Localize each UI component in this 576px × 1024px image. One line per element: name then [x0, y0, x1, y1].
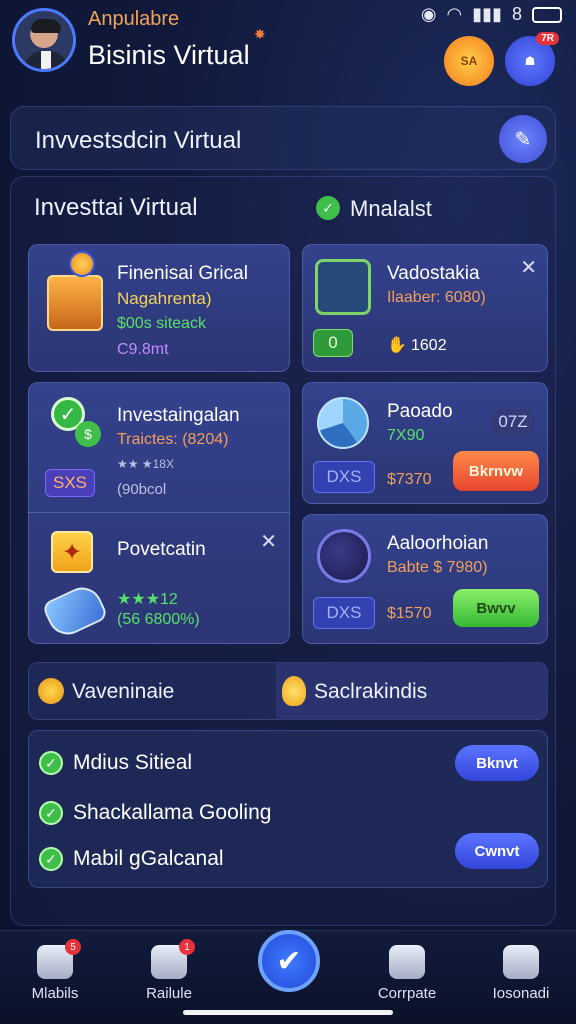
home-icon: 5: [37, 939, 81, 979]
check-icon: ✓: [39, 751, 63, 775]
card-pie[interactable]: Paoado 7X90 07Z DXS $7370 Bkrnvw: [302, 382, 548, 504]
card-subtitle: Babte $ 7980): [387, 559, 488, 576]
rating-stars: ★★ ★18X: [117, 457, 174, 471]
card-value: (56 6800%): [117, 611, 200, 628]
checklist-icon: [389, 945, 425, 979]
task-label: Mdius Sitieal: [73, 751, 193, 774]
card-divider: [28, 512, 290, 513]
card-value: 1602: [411, 337, 447, 354]
users-icon: ☗: [524, 54, 536, 68]
safe-icon: [315, 259, 371, 315]
sparkle-icon: ✸: [254, 26, 266, 42]
camera-icon: ◉: [420, 4, 437, 24]
card-value: C9.8mt: [117, 341, 169, 358]
app-title: Bisinis Virtual: [88, 40, 250, 70]
brand-name: Anpulabre: [88, 8, 180, 30]
card-title: Investaingalan: [117, 405, 240, 426]
card-planet[interactable]: Aaloorhoian Babte $ 7980) DXS $1570 Bwvv: [302, 514, 548, 644]
card-line: $00s siteack: [117, 315, 206, 332]
nav-label: Iosonadi: [492, 985, 550, 1002]
home-indicator: [183, 1010, 393, 1015]
nav-label: Mlabils: [31, 985, 79, 1002]
notifications-button[interactable]: ☗ 7R: [505, 32, 559, 86]
coin-button-label: SA: [460, 54, 478, 68]
rocket-icon: [41, 581, 109, 641]
nav-badge: 5: [65, 939, 81, 955]
check-icon: ✓: [39, 847, 63, 871]
card-subtitle: 7X90: [387, 427, 425, 444]
notification-badge: 7R: [536, 32, 559, 45]
nav-item-home[interactable]: 5 Mlabils: [10, 939, 100, 1002]
avatar-hair: [31, 19, 61, 33]
section-title-left: Investtai Virtual: [34, 194, 198, 221]
signal-icon: ▮▮▮: [472, 4, 502, 24]
nav-item-house[interactable]: 1 Railule: [124, 939, 214, 1002]
coin-icon: [38, 678, 64, 704]
globe-icon: [69, 251, 95, 277]
pie-chart-icon: [317, 397, 369, 449]
card-price: $7370: [387, 471, 432, 488]
card-title: Aaloorhoian: [387, 533, 489, 554]
planet-icon: [317, 529, 371, 583]
nav-badge: 1: [179, 939, 195, 955]
card-price: $1570: [387, 605, 432, 622]
check-icon: ✓: [39, 801, 63, 825]
buy-button[interactable]: Bwvv: [453, 589, 539, 627]
card-subtitle: Nagahrenta): [117, 289, 212, 308]
profile-card-icon: [503, 945, 539, 979]
search-text: Invvestsdcin Virtual: [35, 127, 242, 154]
wifi-icon: ◠: [446, 4, 463, 24]
profile-avatar[interactable]: [12, 8, 76, 72]
close-icon[interactable]: ✕: [520, 255, 537, 280]
dollar-box-icon: ✦: [51, 531, 93, 573]
card-chip: 07Z: [491, 409, 535, 435]
edit-icon[interactable]: ✎: [499, 115, 547, 163]
card-title-secondary: Povetcatin: [117, 539, 206, 560]
search-bar[interactable]: Invvestsdcin Virtual ✎: [10, 106, 556, 170]
avatar-shirt: [41, 51, 51, 69]
task-button[interactable]: Bknvt: [455, 745, 539, 781]
close-icon[interactable]: ✕: [260, 529, 277, 554]
battery-icon: [532, 6, 562, 23]
task-label: Shackallama Gooling: [73, 801, 272, 824]
rating-stars: ★★★12: [117, 591, 178, 608]
nav-label: Railule: [146, 985, 192, 1002]
card-tag: 0: [313, 329, 353, 357]
category-label-left: Vaveninaie: [72, 680, 175, 703]
fab-check-button[interactable]: ✔: [258, 930, 320, 992]
category-label-right: Saclrakindis: [314, 680, 428, 703]
task-button[interactable]: Cwnvt: [455, 833, 539, 869]
section-title-right: Mnalalst: [350, 196, 432, 221]
card-title: Finenisai Grical: [117, 263, 248, 284]
card-subtitle: Ilaaber: 6080): [387, 289, 486, 306]
card-title: Paoado: [387, 401, 453, 422]
house-chart-icon: 1: [151, 939, 195, 979]
dollar-icon: $: [75, 421, 101, 447]
status-text: 8: [511, 4, 522, 24]
hand-icon: ✋: [387, 337, 407, 354]
nav-item-checklist[interactable]: Corrpate: [362, 945, 452, 1002]
card-subtitle: Traictes: (8204): [117, 431, 229, 448]
lightbulb-icon: [282, 676, 306, 706]
status-bar: ◉ ◠ ▮▮▮ 8: [421, 4, 562, 25]
card-safe[interactable]: Vadostakia Ilaaber: 6080) ✕ 0 ✋ 1602: [302, 244, 548, 372]
check-icon: ✓: [316, 196, 340, 220]
card-tag: SXS: [45, 469, 95, 497]
nav-item-profile[interactable]: Iosonadi: [476, 945, 566, 1002]
tasks-panel: ✓ Mdius Sitieal Bknvt ✓ Shackallama Gool…: [28, 730, 548, 888]
card-invest-group: ✓ $ Investaingalan Traictes: (8204) ★★ ★…: [28, 382, 290, 644]
nav-label: Corrpate: [377, 985, 437, 1002]
card-tag: DXS: [313, 461, 375, 493]
treasure-chest-icon: [47, 275, 103, 331]
coin-button[interactable]: SA: [444, 36, 494, 86]
card-value: (90bcol: [117, 481, 167, 498]
card-finance[interactable]: Finenisai Grical Nagahrenta) $00s siteac…: [28, 244, 290, 372]
task-label: Mabil gGalcanal: [73, 847, 224, 870]
buy-button[interactable]: Bkrnvw: [453, 451, 539, 491]
card-title: Vadostakia: [387, 263, 480, 284]
card-tag: DXS: [313, 597, 375, 629]
